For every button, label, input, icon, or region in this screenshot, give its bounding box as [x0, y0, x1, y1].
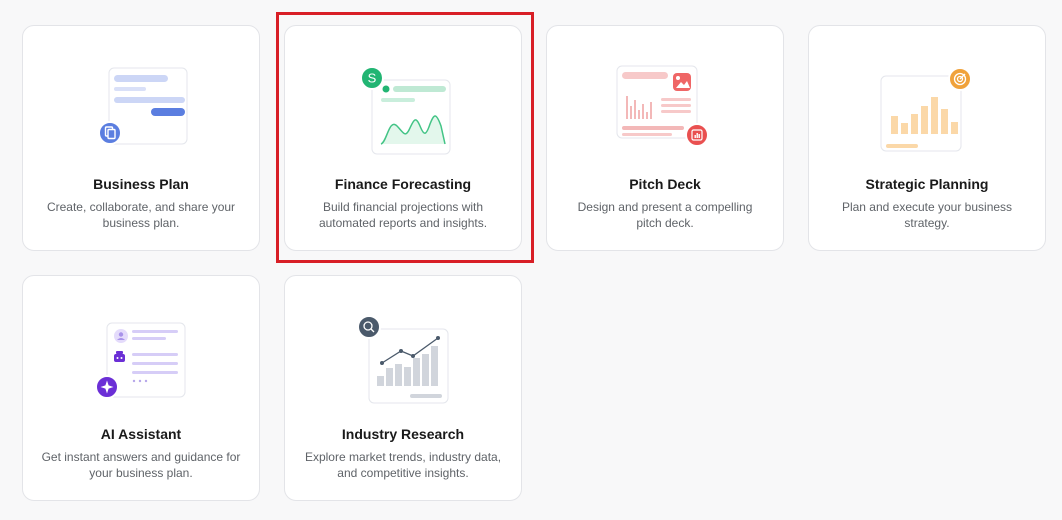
card-title: AI Assistant [100, 426, 182, 442]
card-industry-research[interactable]: Industry Research Explore market trends,… [284, 275, 522, 501]
ai-assistant-illustration [95, 322, 186, 399]
card-title: Pitch Deck [629, 176, 701, 192]
card-description: Explore market trends, industry data, an… [304, 450, 502, 480]
pitch-deck-illustration [616, 65, 709, 147]
finance-forecasting-illustration: S [360, 66, 451, 155]
card-description: Get instant answers and guidance for you… [41, 450, 241, 480]
industry-research-illustration [357, 315, 449, 404]
card-finance-forecasting[interactable]: S Finance Forecasting Build financial pr… [284, 25, 522, 251]
card-description: Plan and execute your business strategy. [841, 200, 1013, 230]
card-business-plan[interactable]: Business Plan Create, collaborate, and s… [22, 25, 260, 251]
card-strategic-planning[interactable]: Strategic Planning Plan and execute your… [808, 25, 1046, 251]
card-title: Finance Forecasting [334, 176, 472, 192]
strategic-planning-illustration [880, 67, 972, 152]
dollar-icon: S [368, 71, 377, 86]
business-plan-illustration [98, 67, 188, 145]
card-description: Design and present a compelling pitch de… [577, 200, 753, 230]
card-title: Industry Research [341, 426, 465, 442]
card-title: Business Plan [93, 176, 189, 192]
card-ai-assistant[interactable]: AI Assistant Get instant answers and gui… [22, 275, 260, 501]
card-description: Build financial projections with automat… [318, 200, 488, 230]
card-title: Strategic Planning [865, 176, 989, 192]
card-description: Create, collaborate, and share your busi… [46, 200, 236, 230]
card-pitch-deck[interactable]: Pitch Deck Design and present a compelli… [546, 25, 784, 251]
